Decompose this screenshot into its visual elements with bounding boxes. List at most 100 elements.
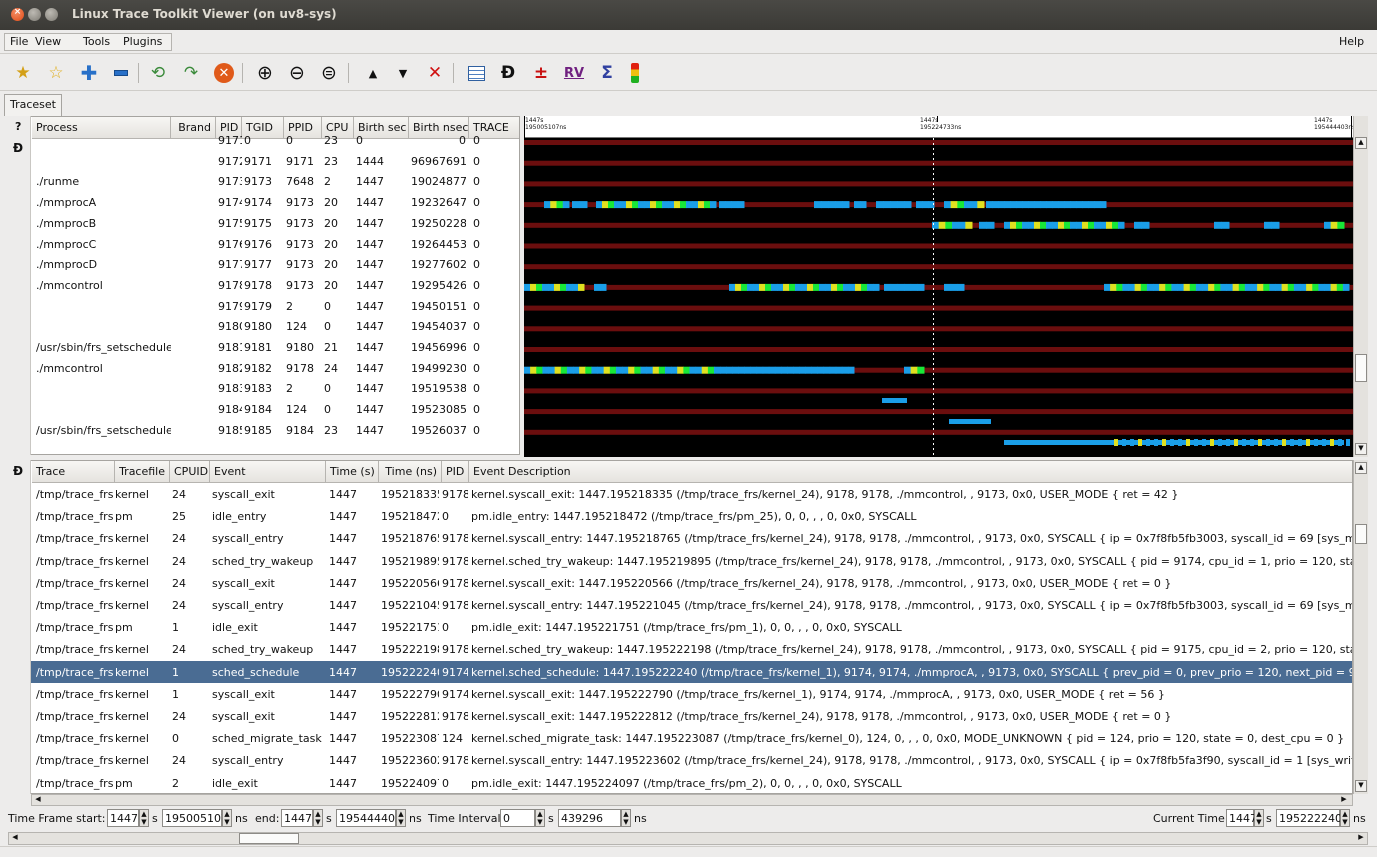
help-icon[interactable]: ? xyxy=(15,120,21,133)
menu-view[interactable]: View xyxy=(35,35,61,48)
tab-traceset[interactable]: Traceset xyxy=(4,94,62,116)
col-header-trace[interactable]: Trace xyxy=(32,461,115,483)
event-row[interactable]: /tmp/trace_frs pm 25 idle_entry 1447 19521847… xyxy=(9,505,1352,527)
current-seconds-input[interactable]: 1447 xyxy=(1226,809,1257,827)
redraw-button[interactable]: ⟲ xyxy=(145,60,171,86)
col-header-time-ns[interactable]: Time (ns) xyxy=(379,461,442,483)
remove-button[interactable] xyxy=(108,60,134,86)
event-viewer-button[interactable] xyxy=(463,60,489,86)
col-header-pid[interactable]: PID xyxy=(442,461,469,483)
move-up-button[interactable]: ▲ xyxy=(360,60,386,86)
control-flow-button[interactable]: Ð xyxy=(495,60,521,86)
process-row[interactable]: /usr/sbin/frs_setscheduler 91819181 9180 21… xyxy=(9,337,519,358)
event-row[interactable]: /tmp/trace_frs kernel 24 sched_try_wakeup 14… xyxy=(9,550,1352,572)
scroll-down-arrow[interactable]: ▼ xyxy=(1355,443,1367,455)
main-hscrollbar[interactable]: ◀ ▶ xyxy=(8,832,1368,845)
col-header-event-description[interactable]: Event Description xyxy=(469,461,1352,483)
scroll-left-arrow[interactable]: ◀ xyxy=(9,833,21,844)
event-row[interactable]: /tmp/trace_frs kernel 24 syscall_entry 1447 1… xyxy=(9,749,1352,771)
scroll-up-arrow[interactable]: ▲ xyxy=(1355,137,1367,149)
menu-tools[interactable]: Tools xyxy=(83,35,110,48)
interval-nanoseconds-input[interactable]: 439296 xyxy=(558,809,621,827)
scroll-down-arrow[interactable]: ▼ xyxy=(1355,780,1367,792)
col-header-time-s[interactable]: Time (s) xyxy=(326,461,379,483)
time-ruler[interactable]: 1447s 195005107ns 1447s 195224733ns 1447… xyxy=(524,116,1355,138)
scroll-left-arrow[interactable]: ◀ xyxy=(32,795,44,805)
col-header-tracefile[interactable]: Tracefile xyxy=(115,461,170,483)
open-trace-button[interactable]: ★ xyxy=(10,60,36,86)
control-flow-timeline[interactable] xyxy=(524,116,1353,457)
interval-seconds-spinner[interactable]: ▲ ▼ xyxy=(535,809,545,827)
stop-button[interactable]: ✕ xyxy=(211,60,237,86)
event-row[interactable]: /tmp/trace_frs kernel 24 syscall_exit 1447 19… xyxy=(9,483,1352,505)
menu-plugins[interactable]: Plugins xyxy=(123,35,162,48)
current-nanoseconds-spinner[interactable]: ▲ ▼ xyxy=(1340,809,1350,827)
resource-view-button[interactable]: RV xyxy=(561,60,587,86)
end-nanoseconds-input[interactable]: 195444403 xyxy=(336,809,402,827)
col-header-cpuid[interactable]: CPUID xyxy=(170,461,210,483)
process-row[interactable]: 91710023000 xyxy=(9,130,519,151)
process-row[interactable]: ./runme 91739173 7648 2 1447 190248772 0 xyxy=(9,171,519,192)
event-list-scrollbar[interactable]: ▲ ▼ xyxy=(1353,460,1368,794)
scroll-up-arrow[interactable]: ▲ xyxy=(1355,462,1367,474)
event-row[interactable]: /tmp/trace_frs pm 1 idle_exit 1447 195221751 0… xyxy=(9,616,1352,638)
scroll-thumb[interactable] xyxy=(239,833,299,844)
scroll-right-arrow[interactable]: ▶ xyxy=(1355,833,1367,844)
start-seconds-input[interactable]: 1447 xyxy=(107,809,139,827)
window-close-button[interactable]: × xyxy=(11,7,24,21)
process-row[interactable]: ./mmcontrol 91829182 9178 24 1447 194992308 0 xyxy=(9,358,519,379)
process-row[interactable]: 91809180 124 0 1447 194540376 0 xyxy=(9,316,519,337)
event-row[interactable]: /tmp/trace_frs kernel 24 syscall_exit 1447 19… xyxy=(9,572,1352,594)
process-row[interactable]: ./mmprocB 91759175 9173 20 1447 192502283 0 xyxy=(9,213,519,234)
interval-nanoseconds-spinner[interactable]: ▲ ▼ xyxy=(621,809,631,827)
event-row[interactable]: /tmp/trace_frs kernel 24 syscall_exit 1447 19… xyxy=(9,705,1352,727)
event-row[interactable]: /tmp/trace_frs kernel 0 sched_migrate_task 1… xyxy=(9,727,1352,749)
process-row[interactable]: 91799179 2 0 1447 194501519 0 xyxy=(9,296,519,317)
zoom-fit-button[interactable]: ⊜ xyxy=(316,60,342,86)
timeline-scrollbar[interactable]: ▲ ▼ xyxy=(1353,116,1368,457)
menu-file[interactable]: File xyxy=(10,35,28,48)
sum-button[interactable]: Σ xyxy=(594,60,620,86)
window-maximize-button[interactable] xyxy=(45,8,58,21)
process-row[interactable]: ./mmprocD 91779177 9173 20 1447 192776022 0 xyxy=(9,254,519,275)
interval-seconds-input[interactable]: 0 xyxy=(500,809,535,827)
col-header-event[interactable]: Event xyxy=(210,461,326,483)
continue-button[interactable]: ↷ xyxy=(178,60,204,86)
filter-button[interactable] xyxy=(622,60,648,86)
scroll-thumb[interactable] xyxy=(1355,524,1367,544)
event-list-hscrollbar[interactable]: ◀ ▶ xyxy=(31,794,1353,806)
event-row[interactable]: /tmp/trace_frs kernel 24 syscall_entry 1447 1… xyxy=(9,594,1352,616)
scroll-thumb[interactable] xyxy=(1355,354,1367,382)
end-seconds-input[interactable]: 1447 xyxy=(281,809,313,827)
event-row[interactable]: /tmp/trace_frs pm 2 idle_exit 1447 195224097 0… xyxy=(9,772,1352,793)
event-row[interactable]: /tmp/trace_frs kernel 24 sched_try_wakeup 14… xyxy=(9,638,1352,660)
add-trace-button[interactable]: ☆ xyxy=(43,60,69,86)
event-cell-time-s: 1447 xyxy=(329,776,357,790)
event-row[interactable]: /tmp/trace_frs kernel 1 syscall_exit 1447 195… xyxy=(9,683,1352,705)
statistics-button[interactable]: ± xyxy=(528,60,554,86)
process-row[interactable]: ./mmprocC 91769176 9173 20 1447 192644536 0 xyxy=(9,234,519,255)
move-down-button[interactable]: ▼ xyxy=(390,60,416,86)
end-nanoseconds-spinner[interactable]: ▲ ▼ xyxy=(396,809,406,827)
zoom-out-button[interactable]: ⊖ xyxy=(284,60,310,86)
end-seconds-spinner[interactable]: ▲ ▼ xyxy=(313,809,323,827)
process-row[interactable]: ./mmprocA 91749174 9173 20 1447 192326473 0 xyxy=(9,192,519,213)
add-button[interactable]: ✚ xyxy=(76,60,102,86)
current-seconds-spinner[interactable]: ▲ ▼ xyxy=(1254,809,1264,827)
zoom-in-button[interactable]: ⊕ xyxy=(252,60,278,86)
start-seconds-spinner[interactable]: ▲ ▼ xyxy=(139,809,149,827)
process-row[interactable]: 91849184 124 0 1447 195230855 0 xyxy=(9,399,519,420)
event-row[interactable]: /tmp/trace_frs kernel 1 sched_schedule 1447 1… xyxy=(9,660,1352,683)
window-minimize-button[interactable] xyxy=(28,8,41,21)
process-row[interactable]: 91839183 2 0 1447 195195389 0 xyxy=(9,378,519,399)
menu-help[interactable]: Help xyxy=(1339,35,1364,48)
current-nanoseconds-input[interactable]: 195222240 xyxy=(1276,809,1342,827)
delete-button[interactable]: ✕ xyxy=(422,60,448,86)
process-row[interactable]: ./mmcontrol 91789178 9173 20 1447 192954263 0 xyxy=(9,275,519,296)
start-nanoseconds-spinner[interactable]: ▲ ▼ xyxy=(222,809,232,827)
event-row[interactable]: /tmp/trace_frs kernel 24 syscall_entry 1447 1… xyxy=(9,527,1352,549)
process-row[interactable]: 9172917191712314449696769170 xyxy=(9,151,519,172)
process-row[interactable]: /usr/sbin/frs_setscheduler 91859185 9184 23… xyxy=(9,420,519,441)
start-nanoseconds-input[interactable]: 195005107 xyxy=(162,809,228,827)
scroll-right-arrow[interactable]: ▶ xyxy=(1338,795,1350,805)
